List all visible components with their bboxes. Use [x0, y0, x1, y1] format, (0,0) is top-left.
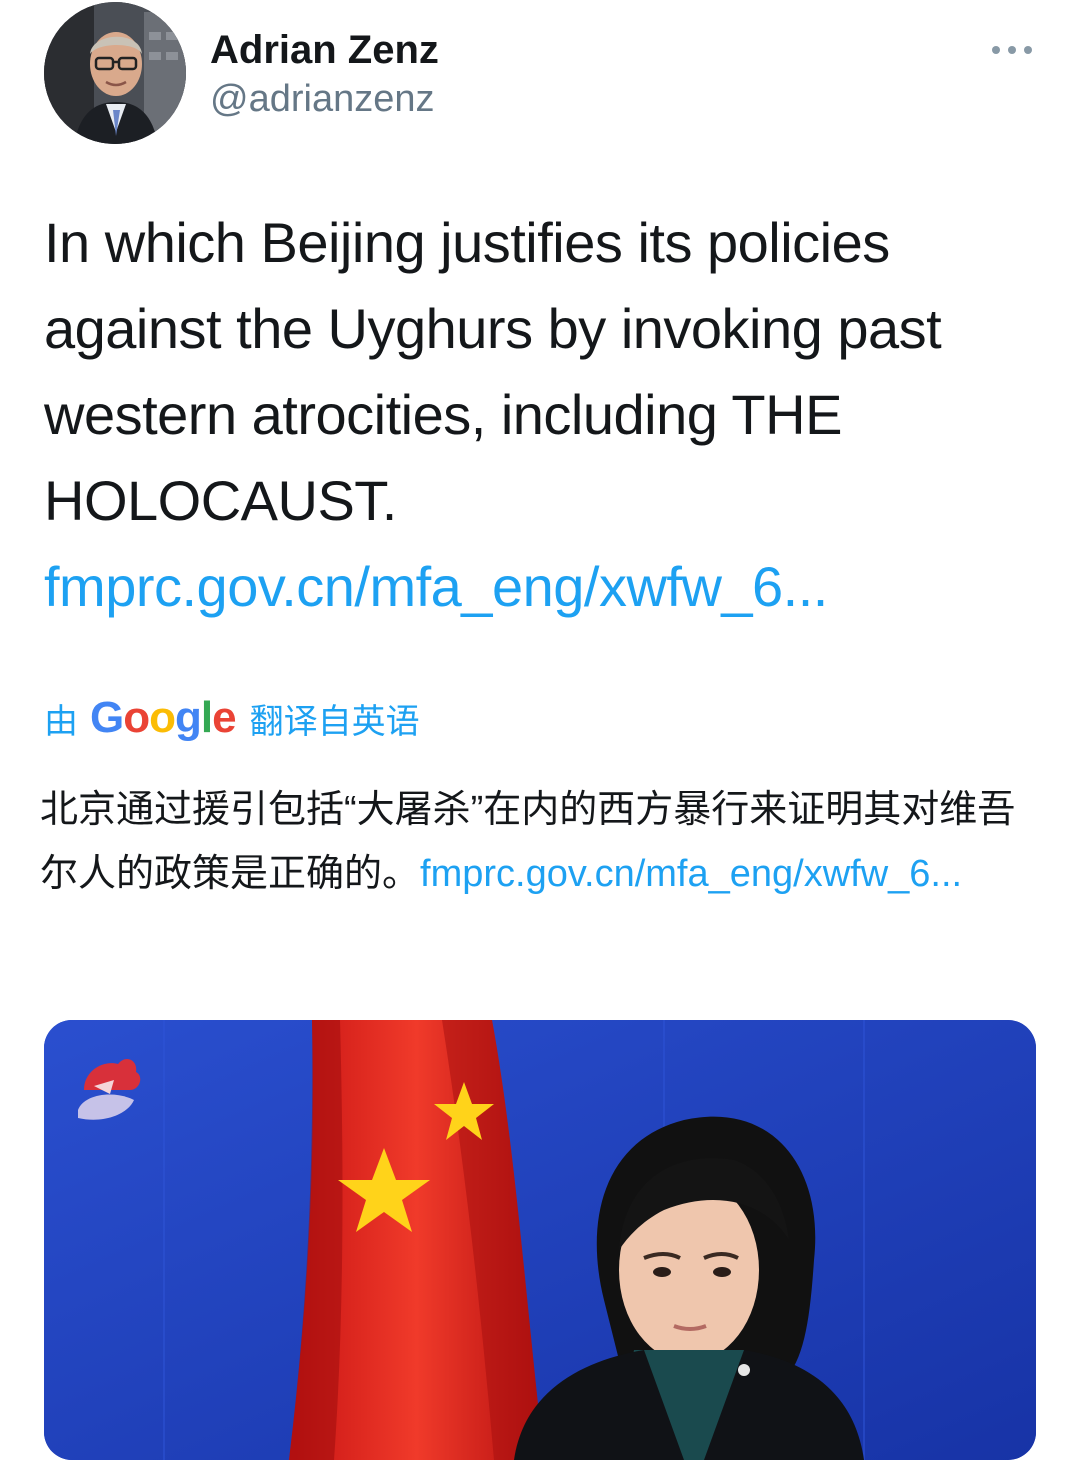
translated-text: 北京通过援引包括“大屠杀”在内的西方暴行来证明其对维吾尔人的政策是正确的。fmp… — [40, 778, 1040, 906]
more-options-button[interactable] — [984, 30, 1040, 70]
tweet-link[interactable]: fmprc.gov.cn/mfa_eng/xwfw_6... — [44, 555, 828, 618]
translated-link[interactable]: fmprc.gov.cn/mfa_eng/xwfw_6... — [420, 853, 962, 895]
google-letter: o — [123, 693, 150, 742]
author-handle[interactable]: @adrianzenz — [210, 76, 434, 122]
more-horizontal-icon — [992, 46, 1032, 54]
author-display-name[interactable]: Adrian Zenz — [210, 26, 439, 74]
google-letter: G — [90, 693, 124, 742]
google-letter: l — [200, 693, 213, 742]
translation-by-label: 由 — [44, 702, 78, 741]
avatar[interactable] — [44, 2, 186, 144]
tweet-media-image[interactable] — [44, 1020, 1036, 1460]
google-letter: g — [175, 693, 202, 742]
google-logo: Google — [90, 688, 237, 748]
translation-attribution: 由 Google 翻译自英语 — [44, 688, 420, 748]
tweet-text: In which Beijing justifies its policies … — [44, 200, 1044, 630]
google-letter: e — [212, 693, 237, 742]
tweet-body: In which Beijing justifies its policies … — [44, 211, 942, 532]
google-letter: o — [149, 693, 176, 742]
translated-from-label[interactable]: 翻译自英语 — [250, 694, 420, 743]
